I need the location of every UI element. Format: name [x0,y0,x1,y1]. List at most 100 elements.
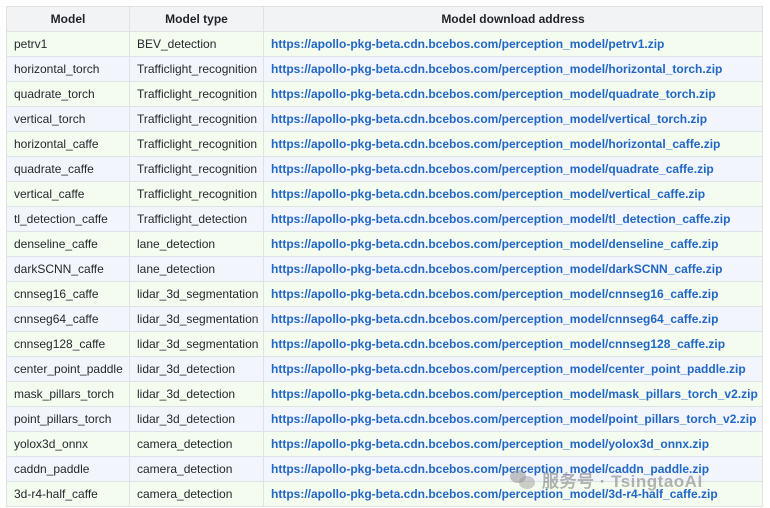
table-row: vertical_torch Trafficlight_recognition ht… [6,106,763,132]
download-address-cell: https://apollo-pkg-beta.cdn.bcebos.com/p… [263,431,763,457]
table-row: horizontal_caffe Trafficlight_recognition… [6,131,763,157]
download-address-cell: https://apollo-pkg-beta.cdn.bcebos.com/p… [263,256,763,282]
download-address-cell: https://apollo-pkg-beta.cdn.bcebos.com/p… [263,131,763,157]
model-type-cell: camera_detection [129,431,264,457]
table-row: tl_detection_caffe Trafficlight_detection… [6,206,763,232]
table-row: cnnseg128_caffe lidar_3d_segmentation http… [6,331,763,357]
model-type-cell: lidar_3d_segmentation [129,306,264,332]
download-address-cell: https://apollo-pkg-beta.cdn.bcebos.com/p… [263,31,763,57]
download-address-cell: https://apollo-pkg-beta.cdn.bcebos.com/p… [263,106,763,132]
table-row: denseline_caffe lane_detection https://apo… [6,231,763,257]
model-name-cell: petrv1 [6,31,130,57]
model-type-cell: camera_detection [129,481,264,507]
download-address-cell: https://apollo-pkg-beta.cdn.bcebos.com/p… [263,356,763,382]
model-table-container: Model Model type Model download address … [6,6,763,507]
download-link[interactable]: https://apollo-pkg-beta.cdn.bcebos.com/p… [271,237,718,251]
table-row: vertical_caffe Trafficlight_recognition ht… [6,181,763,207]
model-name-cell: darkSCNN_caffe [6,256,130,282]
download-link[interactable]: https://apollo-pkg-beta.cdn.bcebos.com/p… [271,87,716,101]
model-type-cell: lidar_3d_segmentation [129,331,264,357]
download-address-cell: https://apollo-pkg-beta.cdn.bcebos.com/p… [263,81,763,107]
download-link[interactable]: https://apollo-pkg-beta.cdn.bcebos.com/p… [271,487,718,501]
download-link[interactable]: https://apollo-pkg-beta.cdn.bcebos.com/p… [271,212,730,226]
model-name-cell: caddn_paddle [6,456,130,482]
model-type-cell: Trafficlight_detection [129,206,264,232]
model-type-cell: Trafficlight_recognition [129,81,264,107]
model-name-cell: yolox3d_onnx [6,431,130,457]
model-type-cell: Trafficlight_recognition [129,131,264,157]
table-row: yolox3d_onnx camera_detection https://apol… [6,431,763,457]
table-row: quadrate_torch Trafficlight_recognition ht… [6,81,763,107]
table-row: horizontal_torch Trafficlight_recognition… [6,56,763,82]
table-row: caddn_paddle camera_detection https://apol… [6,456,763,482]
table-header: Model Model type Model download address [6,6,763,32]
download-link[interactable]: https://apollo-pkg-beta.cdn.bcebos.com/p… [271,387,758,401]
model-type-cell: lane_detection [129,231,264,257]
model-type-cell: camera_detection [129,456,264,482]
model-name-cell: mask_pillars_torch [6,381,130,407]
download-link[interactable]: https://apollo-pkg-beta.cdn.bcebos.com/p… [271,462,709,476]
model-name-cell: quadrate_torch [6,81,130,107]
download-address-cell: https://apollo-pkg-beta.cdn.bcebos.com/p… [263,231,763,257]
table-row: petrv1 BEV_detection https://apollo-pkg-be… [6,31,763,57]
download-address-cell: https://apollo-pkg-beta.cdn.bcebos.com/p… [263,306,763,332]
header-model-type: Model type [129,6,264,32]
download-link[interactable]: https://apollo-pkg-beta.cdn.bcebos.com/p… [271,37,664,51]
model-type-cell: Trafficlight_recognition [129,56,264,82]
download-address-cell: https://apollo-pkg-beta.cdn.bcebos.com/p… [263,406,763,432]
download-address-cell: https://apollo-pkg-beta.cdn.bcebos.com/p… [263,181,763,207]
model-name-cell: cnnseg64_caffe [6,306,130,332]
model-type-cell: lidar_3d_detection [129,356,264,382]
download-address-cell: https://apollo-pkg-beta.cdn.bcebos.com/p… [263,281,763,307]
model-table: Model Model type Model download address … [6,6,763,507]
table-row: darkSCNN_caffe lane_detection https://apol… [6,256,763,282]
download-address-cell: https://apollo-pkg-beta.cdn.bcebos.com/p… [263,331,763,357]
model-name-cell: vertical_torch [6,106,130,132]
download-link[interactable]: https://apollo-pkg-beta.cdn.bcebos.com/p… [271,437,709,451]
model-name-cell: denseline_caffe [6,231,130,257]
model-type-cell: lidar_3d_detection [129,406,264,432]
download-address-cell: https://apollo-pkg-beta.cdn.bcebos.com/p… [263,56,763,82]
download-link[interactable]: https://apollo-pkg-beta.cdn.bcebos.com/p… [271,312,718,326]
table-row: quadrate_caffe Trafficlight_recognition ht… [6,156,763,182]
download-address-cell: https://apollo-pkg-beta.cdn.bcebos.com/p… [263,381,763,407]
model-type-cell: Trafficlight_recognition [129,156,264,182]
download-link[interactable]: https://apollo-pkg-beta.cdn.bcebos.com/p… [271,362,746,376]
download-link[interactable]: https://apollo-pkg-beta.cdn.bcebos.com/p… [271,287,718,301]
download-link[interactable]: https://apollo-pkg-beta.cdn.bcebos.com/p… [271,337,725,351]
model-name-cell: center_point_paddle [6,356,130,382]
model-name-cell: tl_detection_caffe [6,206,130,232]
model-name-cell: cnnseg16_caffe [6,281,130,307]
model-type-cell: Trafficlight_recognition [129,181,264,207]
table-body: petrv1 BEV_detection https://apollo-pkg-be… [6,31,763,507]
header-model: Model [6,6,130,32]
table-row: cnnseg64_caffe lidar_3d_segmentation https… [6,306,763,332]
model-name-cell: cnnseg128_caffe [6,331,130,357]
download-link[interactable]: https://apollo-pkg-beta.cdn.bcebos.com/p… [271,412,756,426]
model-type-cell: lidar_3d_detection [129,381,264,407]
download-address-cell: https://apollo-pkg-beta.cdn.bcebos.com/p… [263,481,763,507]
model-type-cell: BEV_detection [129,31,264,57]
table-row: center_point_paddle lidar_3d_detection htt… [6,356,763,382]
model-name-cell: horizontal_caffe [6,131,130,157]
table-row: 3d-r4-half_caffe camera_detection https://… [6,481,763,507]
model-name-cell: vertical_caffe [6,181,130,207]
download-link[interactable]: https://apollo-pkg-beta.cdn.bcebos.com/p… [271,262,722,276]
model-type-cell: Trafficlight_recognition [129,106,264,132]
download-link[interactable]: https://apollo-pkg-beta.cdn.bcebos.com/p… [271,112,707,126]
download-link[interactable]: https://apollo-pkg-beta.cdn.bcebos.com/p… [271,187,705,201]
download-address-cell: https://apollo-pkg-beta.cdn.bcebos.com/p… [263,206,763,232]
download-link[interactable]: https://apollo-pkg-beta.cdn.bcebos.com/p… [271,137,720,151]
table-row: point_pillars_torch lidar_3d_detection htt… [6,406,763,432]
download-link[interactable]: https://apollo-pkg-beta.cdn.bcebos.com/p… [271,162,714,176]
header-row: Model Model type Model download address [6,6,763,32]
model-type-cell: lidar_3d_segmentation [129,281,264,307]
model-name-cell: quadrate_caffe [6,156,130,182]
download-link[interactable]: https://apollo-pkg-beta.cdn.bcebos.com/p… [271,62,722,76]
model-name-cell: horizontal_torch [6,56,130,82]
model-name-cell: 3d-r4-half_caffe [6,481,130,507]
table-row: cnnseg16_caffe lidar_3d_segmentation https… [6,281,763,307]
download-address-cell: https://apollo-pkg-beta.cdn.bcebos.com/p… [263,456,763,482]
download-address-cell: https://apollo-pkg-beta.cdn.bcebos.com/p… [263,156,763,182]
model-type-cell: lane_detection [129,256,264,282]
